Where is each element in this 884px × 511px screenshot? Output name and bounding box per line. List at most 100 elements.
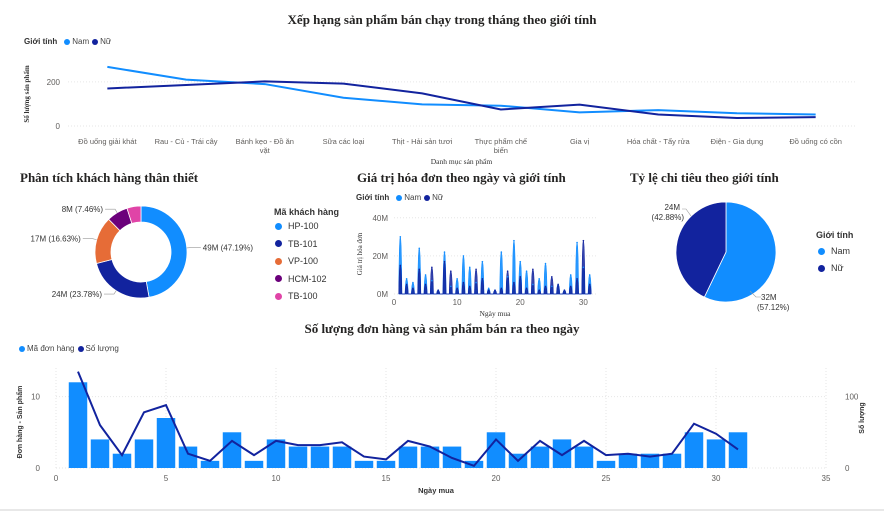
invoice-point-nam [544,262,547,265]
invoice-point-nu [424,283,427,286]
gender-pie-legend-item-nu[interactable]: Nữ [818,263,844,273]
invoice-point-nu [557,283,559,286]
invoice-xlabel: Ngày mua [479,309,511,318]
invoice-point-nam [481,260,484,263]
invoice-ytick-label: 40M [372,214,388,223]
legend-label: HP-100 [288,221,319,231]
orders-bar [178,446,198,468]
donut-leader-line [82,238,97,241]
invoice-ytick-label: 0M [377,290,388,299]
orders-ytick-right: 0 [845,464,850,473]
legend-label: TB-101 [288,238,318,249]
gender-pie-label-nu-pct: (42.88%) [652,213,685,222]
orders-bar [706,439,726,468]
orders-bar [200,460,220,468]
invoice-point-nam [538,277,540,280]
invoice-point-nu [588,283,591,286]
rank-ylabel: Số lượng sản phẩm [23,65,31,122]
invoice-point-nu [437,289,439,291]
invoice-point-nam [399,236,402,238]
orders-ylabel-left: Đơn hàng - Sản phẩm [16,386,24,459]
rank-series-nam-line [107,65,816,116]
invoice-point-nu [456,287,458,290]
gender-pie-label-nu-value: 24M [664,203,680,212]
donut-legend-item-vp-100[interactable]: VP-100 [275,256,318,266]
orders-bar [376,460,396,468]
legend-dot [818,264,825,272]
legend-dot [275,222,282,230]
gender-pie-label-nam-value: 32M [761,293,777,302]
donut-legend-item-tb-100[interactable]: TB-100 [275,291,318,301]
rank-xtick-label: Rau - Củ - Trái cây [155,137,218,146]
invoice-point-nam [475,281,477,284]
orders-bar-line-chart[interactable]: 01001000 5 10 15 20 25 30 35Ngày muaĐơn hàng - … [0,350,884,510]
invoice-point-nam [456,277,458,280]
invoice-point-nam [513,239,515,242]
donut-chart-title: Phân tích khách hàng thân thiết [20,170,199,185]
invoice-point-nu [506,270,509,272]
invoice-point-nu [475,268,477,271]
donut-legend-item-hp-100[interactable]: HP-100 [275,221,319,231]
invoice-point-nam [487,287,490,290]
rank-xlabel: Danh mục sản phẩm [431,157,493,166]
invoice-area-chart[interactable]: 0M 20M 40M 0 10 20 30 Ngày mua Giá trị hóa đơn [350,200,650,320]
legend-dot [275,292,282,300]
invoice-point-nu [412,287,414,290]
orders-bar [244,460,264,468]
invoice-point-nam [424,274,427,276]
orders-bar [310,446,330,468]
donut-legend-item-tb-101[interactable]: TB-101 [275,239,318,249]
rank-line-chart[interactable]: 0 200 Số lượng sản phẩm Đồ uống giải khát Ra… [0,0,884,170]
rank-xtick-label: Đồ uống giải khát [78,137,137,146]
legend-label: Nữ [831,263,844,273]
invoice-point-nam [405,277,408,280]
invoice-point-nu [525,287,528,290]
invoice-point-nam [468,266,471,269]
donut-slice-hp-100 [140,205,188,298]
invoice-point-nu [551,276,553,278]
invoice-point-nu [500,287,503,290]
gender-spend-pie[interactable]: 32M(57.12%) 24M(42.88%) [630,190,830,320]
orders-bar [662,453,682,468]
invoice-point-nu [538,289,540,291]
donut-data-label: 24M (23.78%) [52,290,103,299]
orders-xtick-label: 35 [822,474,831,483]
invoice-point-nu [462,281,465,284]
invoice-point-nu [563,289,566,291]
orders-bar [90,439,110,468]
orders-xtick-label: 5 [164,474,169,483]
rank-xtick-label: Đồ uống có cồn [789,137,842,146]
invoice-point-nam [525,270,528,272]
orders-ylabel-right: Số lượng [858,402,866,433]
orders-bar [156,418,176,468]
invoice-point-nu [418,268,421,271]
invoice-point-nam [418,247,421,250]
invoice-point-nu [544,285,547,288]
loyal-customer-donut[interactable]: 49M (47.19%) 24M (23.78%) 17M (16.63%) 8M (… [0,190,280,330]
donut-leader-line [103,290,117,295]
orders-xtick-label: 0 [54,474,59,483]
orders-xtick-label: 20 [492,474,501,483]
invoice-point-nu [532,268,534,271]
invoice-point-nu [450,270,452,272]
invoice-point-nam [431,279,433,282]
invoice-point-nu [405,283,408,286]
invoice-point-nu [431,266,433,269]
invoice-ylabel: Giá trị hóa đơn [356,232,364,275]
donut-slice-tb-101 [95,259,150,299]
rank-xtick-label: Hóa chất - Tẩy rửa [627,137,691,146]
orders-bar [222,432,242,468]
orders-bar [728,432,748,468]
orders-bar [574,446,594,468]
invoice-point-nam [462,255,465,257]
legend-dot [275,275,282,282]
invoice-point-nu [576,277,578,280]
donut-data-label: 49M (47.19%) [203,244,254,253]
donut-legend-title: Mã khách hàng [274,207,340,217]
invoice-point-nu [513,281,515,284]
donut-legend-item-hcm-102[interactable]: HCM-102 [275,274,327,284]
orders-bar [354,460,374,468]
invoice-point-nu [582,239,585,242]
gender-pie-legend-item-nam[interactable]: Nam [818,246,850,256]
invoice-point-nam [500,251,503,253]
